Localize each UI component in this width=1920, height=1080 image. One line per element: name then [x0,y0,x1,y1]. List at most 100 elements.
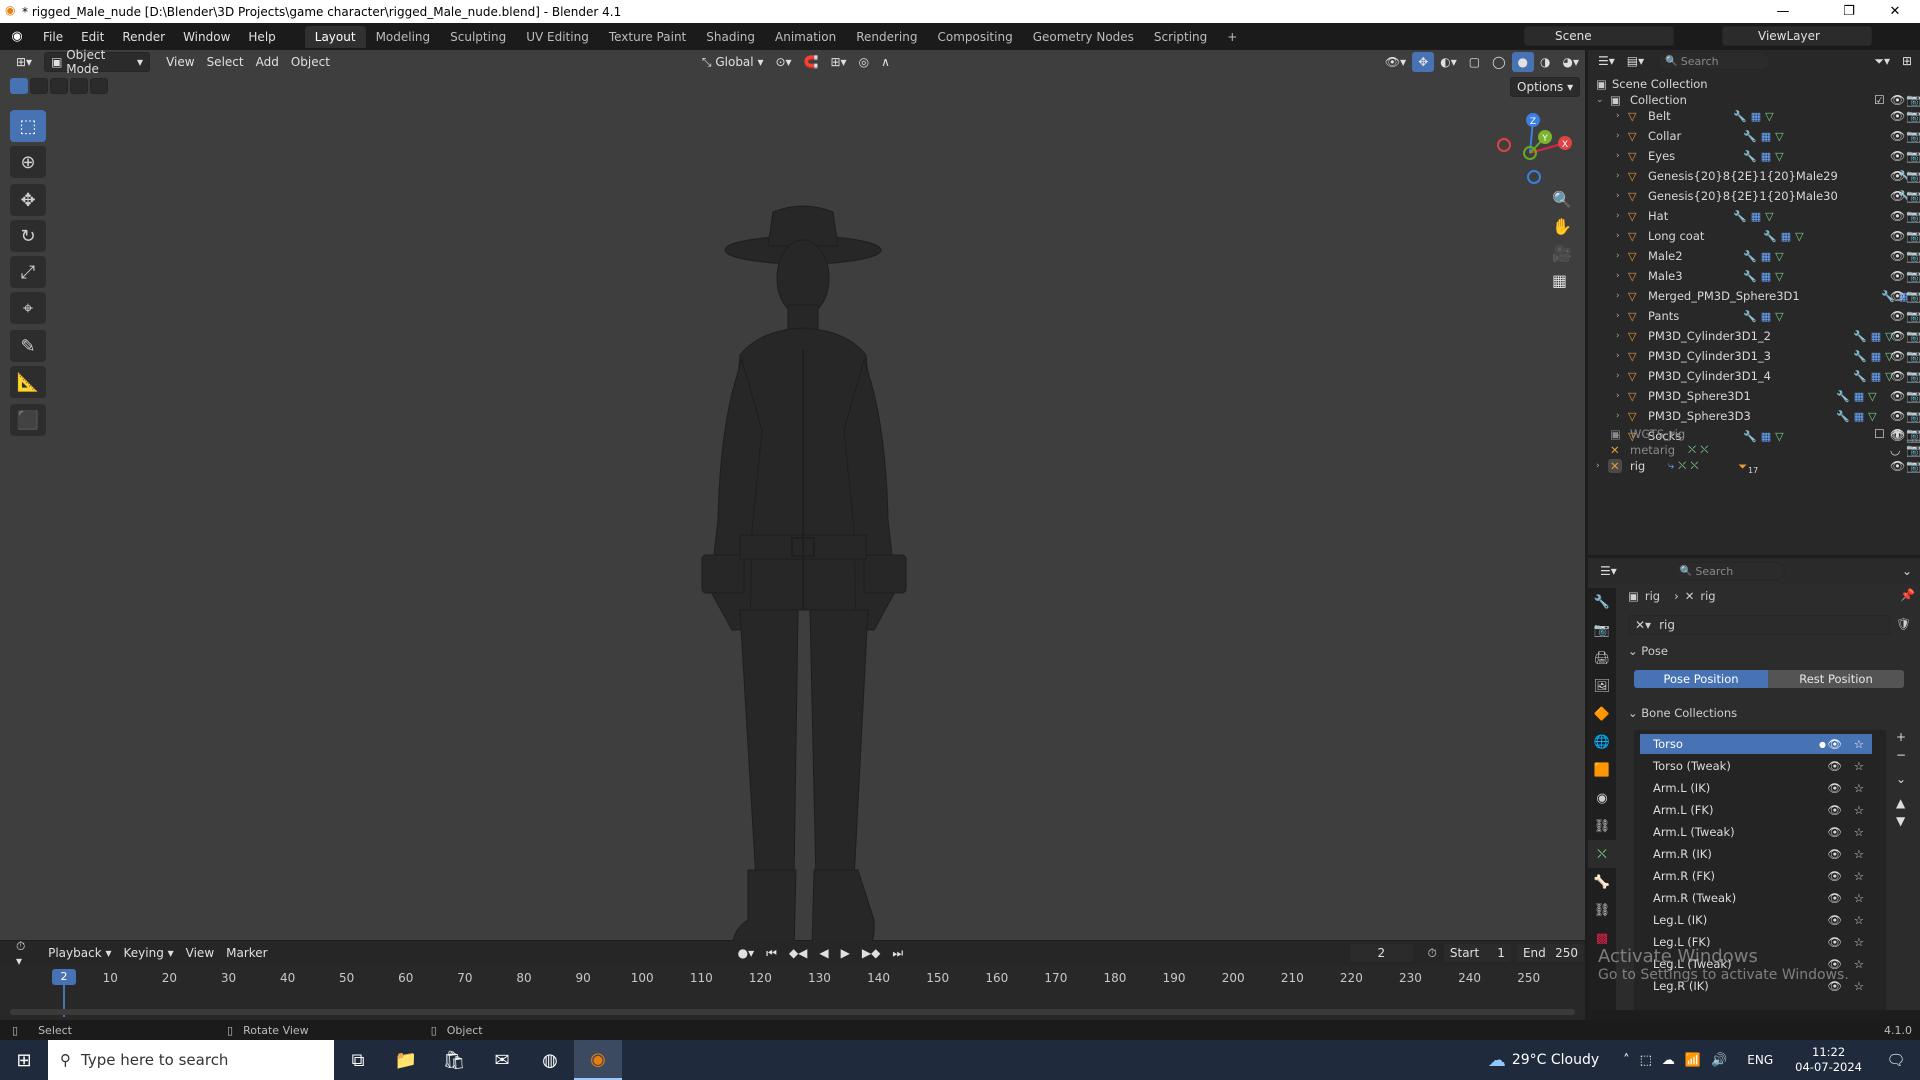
rest-position-button[interactable]: Rest Position [1768,670,1904,688]
star-icon[interactable]: ☆ [1854,891,1864,905]
eye-icon[interactable]: 👁 [1890,269,1905,283]
camera-icon[interactable]: 📷 [1906,349,1920,363]
falloff-icon[interactable]: ∧ [875,52,896,72]
move-down-icon[interactable]: ▼ [1896,814,1906,828]
language-indicator[interactable]: ENG [1747,1053,1773,1067]
armature-data-tab-icon[interactable]: ⛌ [1588,840,1616,868]
camera-icon[interactable]: 📷 [1906,369,1920,383]
tab-geometry-nodes[interactable]: Geometry Nodes [1023,26,1144,48]
tab-rendering[interactable]: Rendering [846,26,927,48]
outliner-row[interactable]: › ▽ PM3D_Cylinder3D1_4 🔧▦▽ 👁 📷 [1588,366,1920,386]
outliner-row[interactable]: › ▽ PM3D_Cylinder3D1_3 🔧▦▽ 👁 📷 [1588,346,1920,366]
editor-type-icon[interactable]: ☰▾ [1600,564,1617,578]
eye-icon[interactable]: 👁 [1827,737,1842,751]
playback-menu[interactable]: Playback ▾ [42,943,117,963]
jump-start-icon[interactable]: ⏮ [760,943,783,963]
expand-arrow-icon[interactable]: › [1616,151,1620,161]
object-tab-icon[interactable]: 🟧 [1588,756,1616,784]
outliner-row-rig[interactable]: › ✕ rig ⤷⛌⛌ ⏷ 17 👁 📷 [1588,456,1920,476]
outliner-row[interactable]: › ▽ Hat 🔧▦▽ 👁 📷 [1588,206,1920,226]
expand-arrow-icon[interactable]: › [1616,111,1620,121]
tab-layout[interactable]: Layout [304,25,366,48]
move-up-icon[interactable]: ▲ [1896,796,1906,810]
outliner-row[interactable]: › ▽ Male2 🔧▦▽ 👁 📷 [1588,246,1920,266]
eye-icon[interactable]: 👁 [1890,427,1905,441]
chevron-down-icon[interactable]: ⌄ [1896,772,1906,786]
camera-icon[interactable]: 📷 [1906,409,1920,423]
eye-icon[interactable]: 👁 [1890,369,1905,383]
eye-icon[interactable]: 👁 [1890,329,1905,343]
maximize-button[interactable]: ❐ [1826,0,1872,23]
view-layer-tab-icon[interactable]: 🖼 [1588,672,1616,700]
star-icon[interactable]: ☆ [1854,759,1864,773]
menu-help[interactable]: Help [239,30,284,44]
display-mode-icon[interactable]: ▤▾ [1627,54,1644,68]
xray-icon[interactable]: ▢ [1463,52,1486,72]
filter-icon[interactable]: ⏷▾ [1874,54,1890,69]
rotate-icon[interactable]: ↻ [10,220,46,252]
annotate-icon[interactable]: ✎ [10,330,46,362]
add-cube-icon[interactable]: ⬛ [10,404,46,436]
camera-icon[interactable]: 📷 [1906,443,1920,457]
select-subtract-icon[interactable] [50,78,68,94]
visibility-icon[interactable]: 👁▾ [1379,52,1412,72]
eye-icon[interactable]: 👁 [1890,409,1905,423]
eye-icon[interactable]: 👁 [1890,349,1905,363]
bone-collection-row[interactable]: Torso (Tweak) 👁 ☆ [1640,756,1872,776]
eye-icon[interactable]: 👁 [1827,913,1842,927]
options-button[interactable]: Options ▾ [1510,77,1581,97]
eye-icon[interactable]: 👁 [1890,289,1905,303]
timeline-scrollbar[interactable] [10,1009,1575,1015]
camera-icon[interactable]: 📷 [1906,93,1920,107]
measure-icon[interactable]: 📐 [10,366,46,398]
star-icon[interactable]: ☆ [1854,847,1864,861]
weather-widget[interactable]: ☁ 29°C Cloudy [1488,1050,1599,1071]
remove-icon[interactable]: − [1896,748,1906,762]
move-icon[interactable]: ✥ [10,184,46,216]
outliner-row[interactable]: › ▽ Eyes 🔧▦▽ 👁 📷 [1588,146,1920,166]
star-icon[interactable]: ☆ [1854,935,1864,949]
star-icon[interactable]: ☆ [1854,803,1864,817]
fake-user-shield-icon[interactable]: 🛡 [1896,617,1911,631]
blender-taskbar-icon[interactable]: ◉ [574,1040,622,1080]
breadcrumb-object[interactable]: rig [1645,589,1660,603]
play-icon[interactable]: ▶ [835,943,856,963]
playhead[interactable]: 2 [52,969,76,985]
expand-arrow-icon[interactable]: › [1616,171,1620,181]
close-button[interactable]: ✕ [1872,0,1918,23]
proportional-editing-icon[interactable]: ◎ [853,52,875,72]
jump-keyframe-forward-icon[interactable]: ▶◆ [856,943,886,963]
camera-icon[interactable]: 📷 [1906,249,1920,263]
windows-start-icon[interactable]: ⊞ [0,1040,48,1080]
tab-compositing[interactable]: Compositing [927,26,1022,48]
editor-type-icon[interactable]: ⏱▾ [10,939,34,968]
snap-icon[interactable]: 🧲 [798,52,825,72]
pose-position-button[interactable]: Pose Position [1634,670,1768,688]
3d-viewport[interactable]: ⊞▾ ▣ Object Mode ▾ View Select Add Objec… [0,48,1585,951]
tab-sculpting[interactable]: Sculpting [440,26,516,48]
add-icon[interactable]: + [1896,730,1906,744]
camera-icon[interactable]: 📷 [1906,427,1920,441]
star-icon[interactable]: ☆ [1854,869,1864,883]
bone-collections-header[interactable]: ⌄ Bone Collections [1628,706,1737,720]
tab-texture-paint[interactable]: Texture Paint [599,26,696,48]
menu-object[interactable]: Object [285,52,336,72]
file-explorer-icon[interactable]: 📁 [382,1040,430,1080]
select-extend-icon[interactable] [30,78,48,94]
menu-view[interactable]: View [160,52,200,72]
editor-type-icon[interactable]: ⊞▾ [10,52,38,72]
menu-render[interactable]: Render [113,30,174,44]
tab-modeling[interactable]: Modeling [366,26,441,48]
bone-collection-row[interactable]: Arm.L (IK) 👁 ☆ [1640,778,1872,798]
tab-shading[interactable]: Shading [696,26,765,48]
eye-icon[interactable]: 👁 [1890,389,1905,403]
outliner-row[interactable]: › ▽ Merged_PM3D_Sphere3D1 🔧▦ 👁 📷 [1588,286,1920,306]
start-frame-field[interactable]: Start 1 [1442,943,1512,963]
mode-dropdown[interactable]: ▣ Object Mode ▾ [44,48,151,76]
select-box-icon[interactable]: ⬚ [10,110,46,142]
outliner-row[interactable]: › ▽ Pants 🔧▦▽ 👁 📷 [1588,306,1920,326]
expand-arrow-icon[interactable]: › [1616,331,1620,341]
star-icon[interactable]: ☆ [1854,979,1864,993]
checkbox-icon[interactable]: ☑ [1874,93,1885,107]
bone-collection-row[interactable]: Arm.R (Tweak) 👁 ☆ [1640,888,1872,908]
